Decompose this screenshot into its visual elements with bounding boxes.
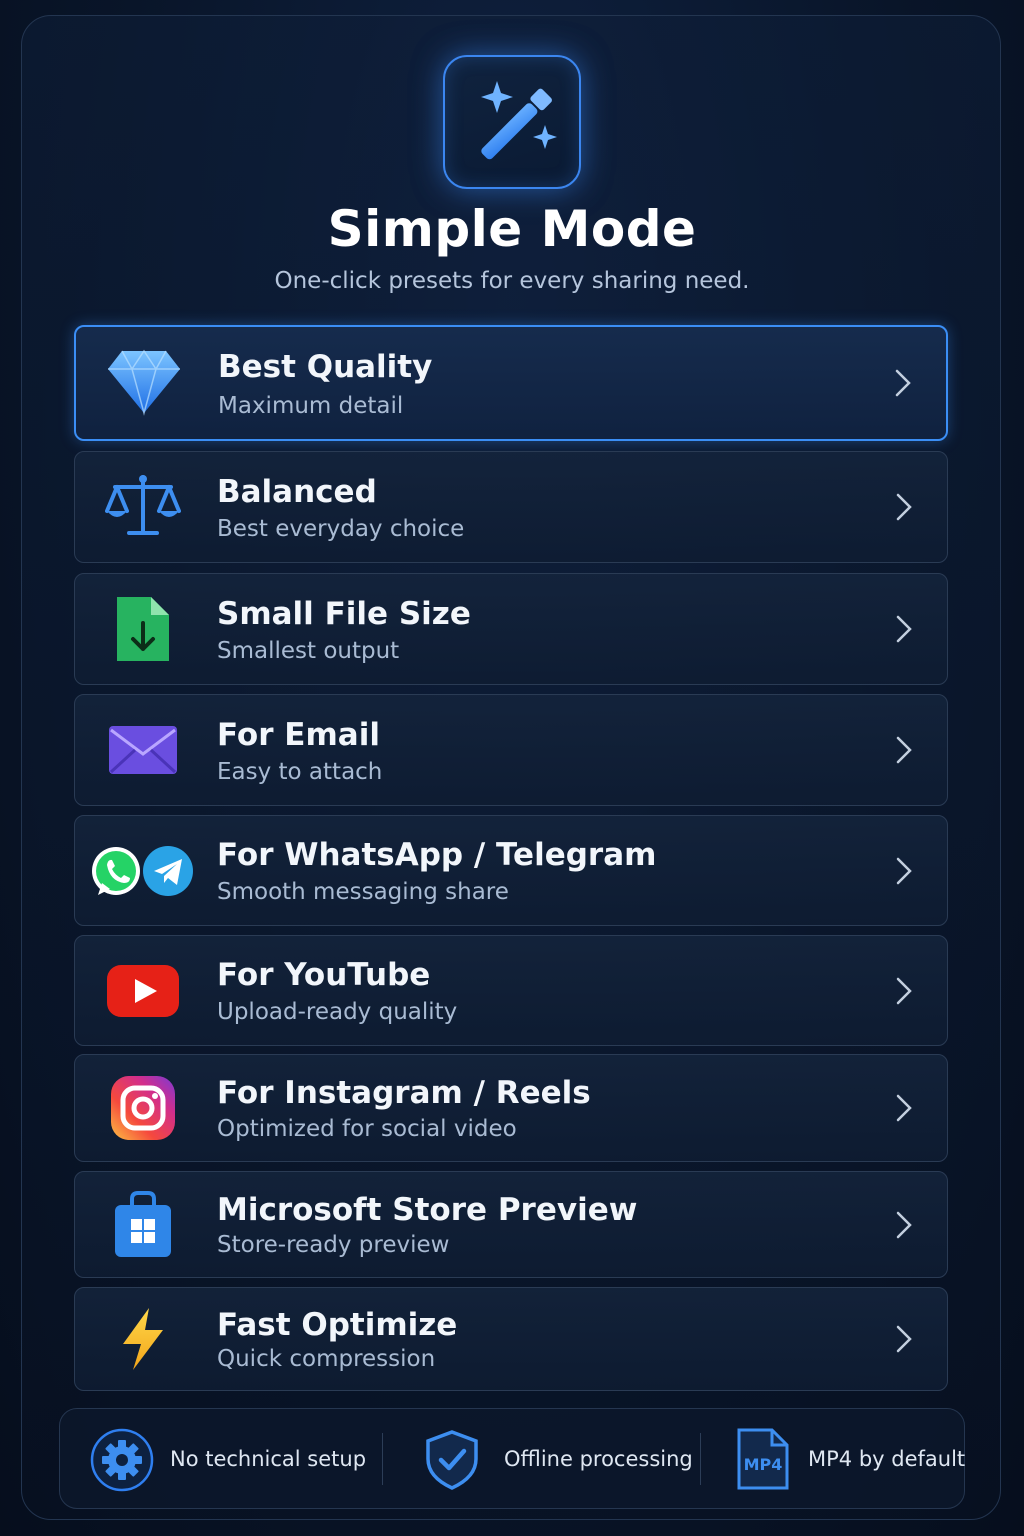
- preset-best-quality[interactable]: Best Quality Maximum detail: [74, 325, 948, 441]
- preset-for-instagram-reels[interactable]: For Instagram / Reels Optimized for soci…: [74, 1054, 948, 1162]
- file-download-icon: [93, 593, 193, 665]
- chevron-right-icon: [896, 493, 912, 521]
- preset-balanced[interactable]: Balanced Best everyday choice: [74, 451, 948, 563]
- preset-name: For WhatsApp / Telegram: [217, 837, 657, 873]
- footer-divider: [382, 1433, 383, 1485]
- preset-for-whatsapp-telegram[interactable]: For WhatsApp / Telegram Smooth messaging…: [74, 815, 948, 926]
- preset-name: For YouTube: [217, 957, 431, 993]
- feature-footer: No technical setup Offline processing MP…: [59, 1408, 965, 1509]
- youtube-icon: [93, 955, 193, 1027]
- preset-small-file-size[interactable]: Small File Size Smallest output: [74, 573, 948, 685]
- chevron-right-icon: [896, 977, 912, 1004]
- preset-name: For Email: [217, 717, 380, 753]
- chevron-right-icon: [896, 1211, 912, 1238]
- store-bag-icon: [93, 1189, 193, 1261]
- footer-divider: [700, 1433, 701, 1485]
- feature-label: No technical setup: [170, 1447, 367, 1471]
- preset-for-email[interactable]: For Email Easy to attach: [74, 694, 948, 806]
- preset-name: Fast Optimize: [217, 1307, 458, 1343]
- preset-desc: Optimized for social video: [217, 1116, 517, 1142]
- preset-name: Best Quality: [218, 349, 433, 385]
- preset-desc: Store-ready preview: [217, 1232, 450, 1258]
- preset-desc: Easy to attach: [217, 759, 383, 785]
- gear-icon: [90, 1428, 154, 1492]
- preset-desc: Smooth messaging share: [217, 879, 509, 905]
- lightning-icon: [93, 1303, 193, 1375]
- mp4-file-icon: MP4: [736, 1427, 790, 1491]
- magic-wand-icon: [443, 55, 581, 189]
- whatsapp-telegram-icon: [87, 835, 197, 907]
- preset-name: For Instagram / Reels: [217, 1075, 591, 1111]
- preset-desc: Upload-ready quality: [217, 999, 458, 1025]
- preset-fast-optimize[interactable]: Fast Optimize Quick compression: [74, 1287, 948, 1391]
- preset-name: Balanced: [217, 474, 377, 510]
- instagram-icon: [93, 1072, 193, 1144]
- preset-for-youtube[interactable]: For YouTube Upload-ready quality: [74, 935, 948, 1046]
- feature-offline-processing: Offline processing: [424, 1409, 724, 1509]
- shield-check-icon: [426, 1430, 478, 1490]
- preset-desc: Maximum detail: [218, 393, 404, 419]
- feature-label: Offline processing: [504, 1447, 693, 1471]
- preset-desc: Quick compression: [217, 1346, 436, 1372]
- chevron-right-icon: [896, 857, 912, 884]
- chevron-right-icon: [896, 615, 912, 643]
- diamond-icon: [94, 347, 194, 419]
- preset-name: Microsoft Store Preview: [217, 1192, 638, 1228]
- chevron-right-icon: [896, 1325, 912, 1353]
- feature-no-technical-setup: No technical setup: [90, 1409, 390, 1509]
- preset-name: Small File Size: [217, 596, 471, 632]
- preset-microsoft-store-preview[interactable]: Microsoft Store Preview Store-ready prev…: [74, 1171, 948, 1278]
- chevron-right-icon: [895, 369, 911, 397]
- chevron-right-icon: [896, 736, 912, 764]
- page-subtitle: One-click presets for every sharing need…: [274, 268, 750, 294]
- preset-desc: Smallest output: [217, 638, 400, 664]
- feature-mp4-by-default: MP4 MP4 by default: [736, 1409, 966, 1509]
- page-title: Simple Mode: [327, 200, 697, 258]
- envelope-icon: [93, 714, 193, 786]
- feature-label: MP4 by default: [808, 1447, 966, 1471]
- scales-icon: [93, 471, 193, 543]
- chevron-right-icon: [896, 1094, 912, 1122]
- mp4-badge: MP4: [743, 1455, 783, 1474]
- preset-desc: Best everyday choice: [217, 516, 465, 542]
